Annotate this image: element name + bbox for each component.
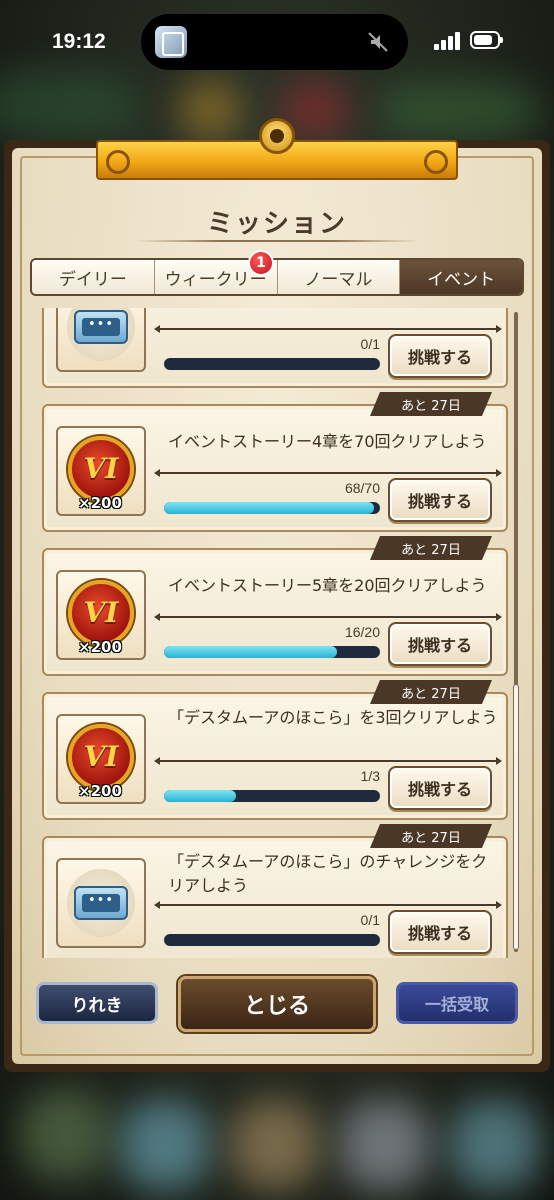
progress-bar	[164, 502, 380, 514]
claim-all-button[interactable]: 一括受取	[396, 982, 518, 1024]
mission-description: イベントストーリー5章を20回クリアしよう	[168, 576, 487, 595]
mission-card: あと 27日 VI ×200 「デスタムーアのほこら」を3回クリアしよう 1/3…	[42, 692, 508, 820]
days-remaining-tag: あと 27日	[370, 536, 492, 560]
history-button[interactable]: りれき	[36, 982, 158, 1024]
progress-arrow	[154, 901, 502, 909]
days-remaining-tag: あと 27日	[370, 680, 492, 704]
progress-arrow	[154, 613, 502, 621]
reward-tile: VI ×200	[56, 426, 146, 516]
reward-tile	[56, 308, 146, 372]
progress-arrow	[154, 325, 502, 333]
mission-list[interactable]: 0/1 挑戦する あと 27日 VI ×200 イベントストーリー4章を70回ク…	[36, 308, 518, 958]
progress-bar	[164, 934, 380, 946]
reward-tile: VI ×200	[56, 714, 146, 804]
battery-icon	[470, 31, 503, 49]
status-bar: 19:12	[0, 0, 554, 84]
progress-bar	[164, 790, 380, 802]
challenge-button[interactable]: 挑戦する	[388, 622, 492, 666]
days-remaining-tag: あと 27日	[370, 392, 492, 416]
reward-count: ×200	[78, 638, 122, 656]
title-divider	[135, 240, 419, 242]
tab-event[interactable]: イベント	[400, 260, 522, 294]
days-remaining-tag: あと 27日	[370, 824, 492, 848]
ticket-icon	[74, 886, 128, 920]
ticket-icon	[74, 310, 128, 344]
reward-tile	[56, 858, 146, 948]
progress-arrow	[154, 469, 502, 477]
challenge-button[interactable]: 挑戦する	[388, 766, 492, 810]
page-title: ミッション	[206, 209, 347, 239]
challenge-button[interactable]: 挑戦する	[388, 910, 492, 954]
progress-count: 1/3	[360, 768, 380, 784]
scrollbar-thumb[interactable]	[513, 684, 519, 950]
dynamic-island	[141, 14, 408, 70]
mute-icon	[368, 32, 388, 52]
challenge-button[interactable]: 挑戦する	[388, 334, 492, 378]
mission-card: 0/1 挑戦する	[42, 308, 508, 388]
medal-icon: VI	[68, 724, 134, 790]
progress-arrow	[154, 757, 502, 765]
progress-bar	[164, 358, 380, 370]
mission-description: 「デスタムーアのほこら」を3回クリアしよう	[168, 708, 498, 727]
tab-daily[interactable]: デイリー	[32, 260, 155, 294]
progress-count: 68/70	[344, 480, 380, 496]
app-icon	[155, 26, 187, 58]
reward-count: ×200	[78, 494, 122, 512]
progress-count: 0/1	[360, 912, 380, 928]
mission-card: あと 27日 VI ×200 イベントストーリー5章を20回クリアしよう 16/…	[42, 548, 508, 676]
mission-description: イベントストーリー4章を70回クリアしよう	[168, 432, 487, 451]
progress-count: 0/1	[360, 336, 380, 352]
reward-tile: VI ×200	[56, 570, 146, 660]
progress-bar	[164, 646, 380, 658]
signal-icon	[434, 32, 462, 50]
mission-card: あと 27日 VI ×200 イベントストーリー4章を70回クリアしよう 68/…	[42, 404, 508, 532]
notification-badge: 1	[248, 250, 274, 276]
mission-card: あと 27日 「デスタムーアのほこら」のチャレンジをクリアしよう 0/1 挑戦す…	[42, 836, 508, 958]
progress-count: 16/20	[344, 624, 380, 640]
reward-count: ×200	[78, 782, 122, 800]
header-ornament	[96, 118, 458, 190]
mission-tabs: デイリー ウィークリー ノーマル イベント	[30, 258, 524, 296]
medal-icon: VI	[68, 436, 134, 502]
medal-icon: VI	[68, 580, 134, 646]
tab-normal[interactable]: ノーマル	[277, 260, 401, 294]
close-button[interactable]: とじる	[178, 976, 376, 1032]
challenge-button[interactable]: 挑戦する	[388, 478, 492, 522]
status-time: 19:12	[52, 30, 106, 53]
mission-description: 「デスタムーアのほこら」のチャレンジをクリアしよう	[168, 852, 488, 895]
